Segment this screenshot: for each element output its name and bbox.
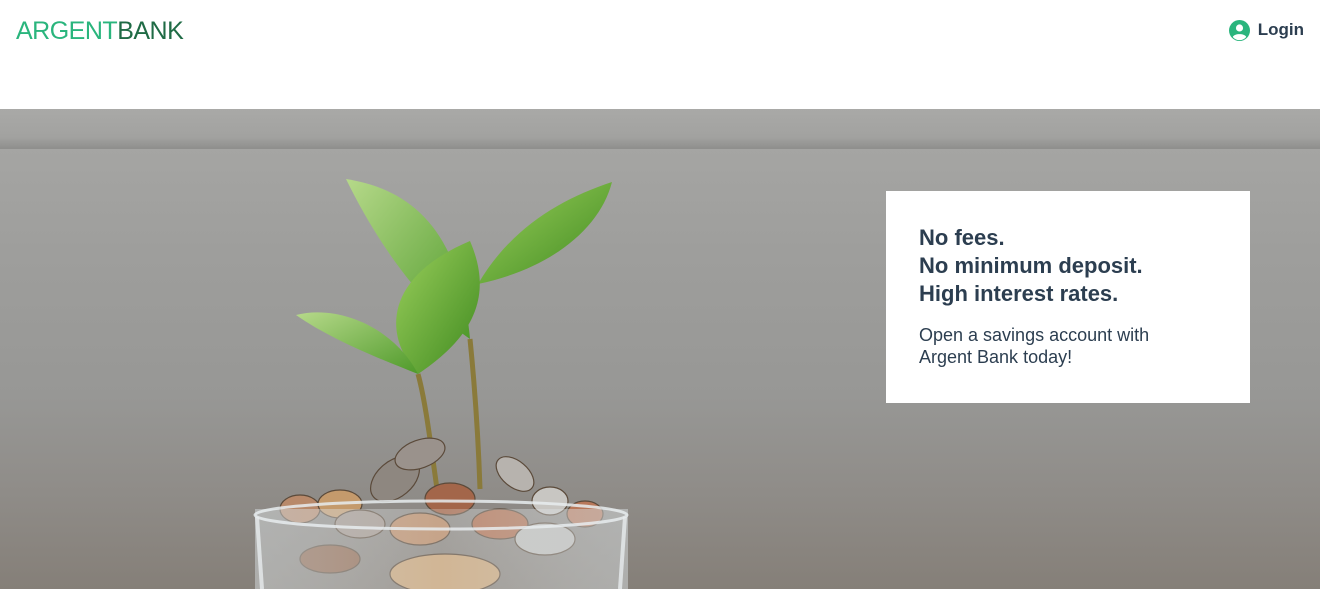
login-link[interactable]: Login	[1228, 16, 1304, 44]
hero-subtitle-no-minimum-deposit: No minimum deposit.	[919, 253, 1143, 278]
logo-link[interactable]: ARGENT BANK	[16, 14, 184, 48]
login-label: Login	[1257, 20, 1304, 39]
logo-text-bank: BANK	[117, 16, 184, 45]
hero-content-card: No fees. No minimum deposit. High intere…	[886, 191, 1250, 403]
user-circle-icon	[1228, 19, 1250, 41]
hero-text: Open a savings account with Argent Bank …	[919, 325, 1150, 367]
logo-text-argent: ARGENT	[16, 16, 118, 45]
hero-subtitle-no-fees: No fees.	[919, 225, 1005, 250]
hero-subtitle-high-interest-rates: High interest rates.	[919, 281, 1119, 306]
main-nav: ARGENT BANK Login	[0, 0, 1320, 109]
